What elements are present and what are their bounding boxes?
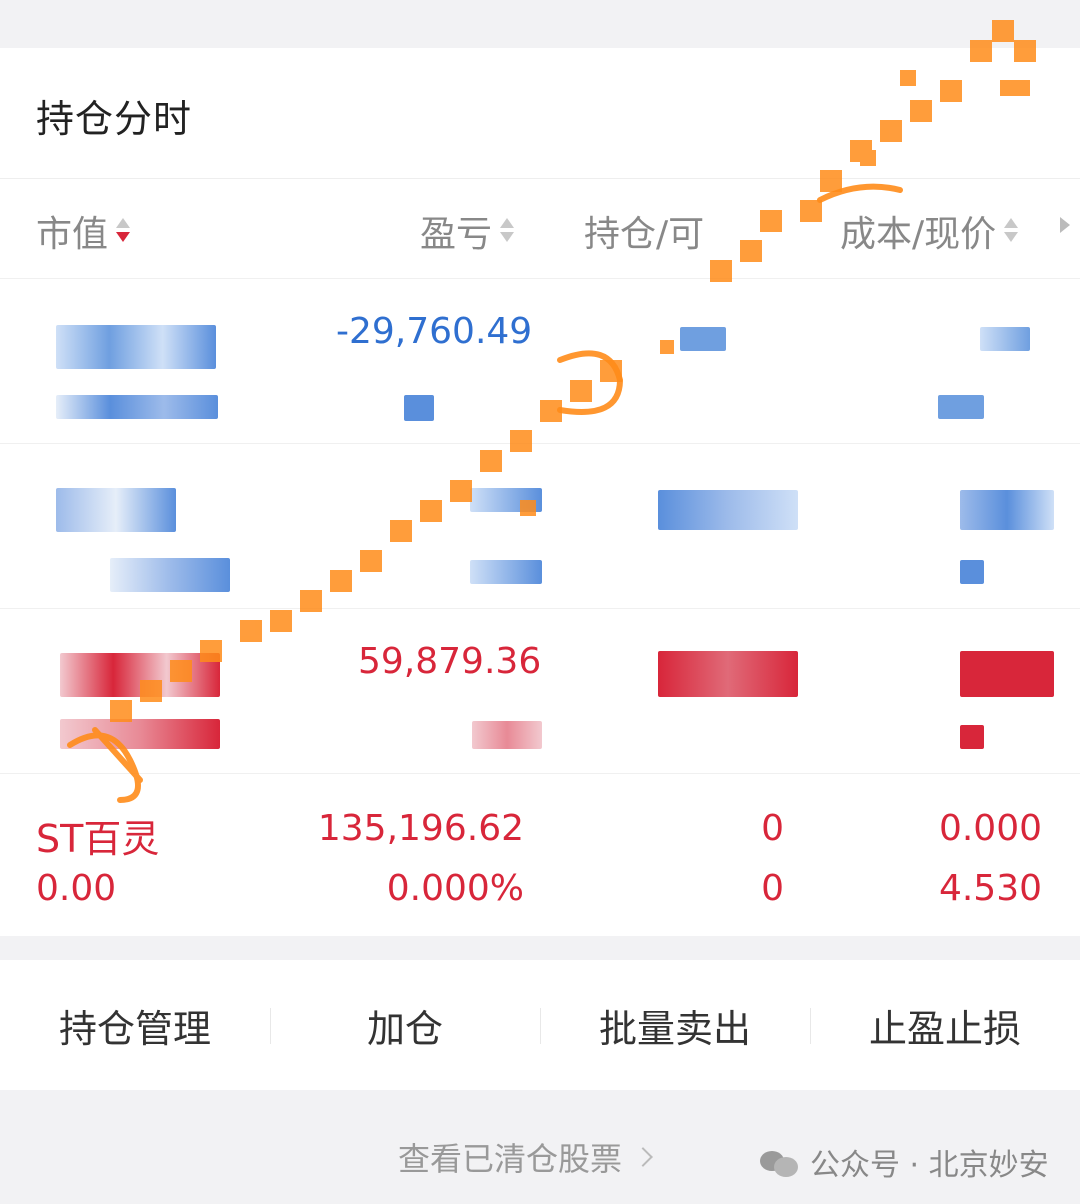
wechat-icon — [760, 1147, 800, 1177]
masked-market-value — [56, 395, 218, 419]
column-pnl-label: 盈亏 — [420, 214, 493, 255]
masked-cost — [980, 327, 1030, 351]
stock-name: ST百灵 — [36, 817, 160, 861]
column-cost-price-label: 成本/现价 — [840, 214, 997, 255]
row-pnl: -29,760.49 — [336, 311, 533, 352]
masked-pnl-pct — [472, 721, 542, 749]
masked-price — [960, 560, 984, 584]
action-bar: 持仓管理 加仓 批量卖出 止盈止损 — [0, 960, 1080, 1090]
view-cleared-stocks-label: 查看已清仓股票 — [398, 1140, 623, 1178]
watermark: 公众号 · 北京妙安 — [760, 1140, 1049, 1184]
row-pnl-pct: 0.000% — [386, 868, 524, 909]
watermark-text: 公众号 · 北京妙安 — [810, 1148, 1049, 1183]
masked-position — [658, 490, 798, 530]
chevron-right-icon — [633, 1147, 653, 1167]
masked-position — [658, 651, 798, 697]
market-value: 0.00 — [36, 868, 117, 909]
table-row[interactable]: 59,879.36 — [0, 608, 1080, 773]
top-spacer — [0, 0, 1080, 48]
batch-sell-button[interactable]: 批量卖出 — [540, 960, 810, 1090]
sort-icon[interactable] — [1002, 216, 1020, 246]
available-qty: 0 — [761, 868, 784, 909]
masked-position — [680, 327, 726, 351]
section-title: 持仓分时 — [36, 97, 193, 141]
column-market-value-label: 市值 — [36, 214, 109, 255]
column-header-row: 市值 盈亏 持仓/可 成本/现价 — [0, 178, 1080, 278]
cost-price: 0.000 — [938, 808, 1042, 849]
masked-pnl — [470, 488, 542, 512]
masked-price — [960, 725, 984, 749]
sort-icon[interactable] — [114, 216, 132, 246]
row-pnl: 59,879.36 — [358, 641, 542, 682]
table-row[interactable]: ST百灵 0.00 135,196.62 0.000% 0 0 0.000 4.… — [0, 773, 1080, 936]
column-position[interactable]: 持仓/可 — [584, 205, 704, 257]
masked-market-value — [60, 719, 220, 749]
column-market-value[interactable]: 市值 — [36, 205, 132, 257]
masked-market-value — [110, 558, 230, 592]
masked-pnl-pct — [470, 560, 542, 584]
positions-card: 持仓分时 市值 盈亏 持仓/可 成本/现价 -29,760.49 59,879.… — [0, 48, 1080, 936]
table-row[interactable]: -29,760.49 — [0, 278, 1080, 443]
column-cost-price[interactable]: 成本/现价 — [840, 205, 1020, 257]
masked-cost — [960, 651, 1054, 697]
masked-pnl-pct — [404, 395, 434, 421]
manage-positions-button[interactable]: 持仓管理 — [0, 960, 270, 1090]
stop-profit-loss-button[interactable]: 止盈止损 — [810, 960, 1080, 1090]
current-price: 4.530 — [938, 868, 1042, 909]
sort-icon[interactable] — [498, 216, 516, 246]
masked-price — [938, 395, 984, 419]
add-position-button[interactable]: 加仓 — [270, 960, 540, 1090]
masked-stock-name — [60, 653, 220, 697]
masked-stock-name — [56, 325, 216, 369]
view-cleared-stocks-link[interactable]: 查看已清仓股票 — [398, 1134, 653, 1180]
masked-stock-name — [56, 488, 176, 532]
scroll-right-arrow-icon[interactable] — [1060, 217, 1070, 233]
column-position-label: 持仓/可 — [584, 214, 705, 255]
table-row[interactable] — [0, 443, 1080, 608]
position-qty: 0 — [761, 808, 784, 849]
row-pnl: 135,196.62 — [317, 808, 524, 849]
column-pnl[interactable]: 盈亏 — [420, 205, 516, 257]
masked-cost — [960, 490, 1054, 530]
